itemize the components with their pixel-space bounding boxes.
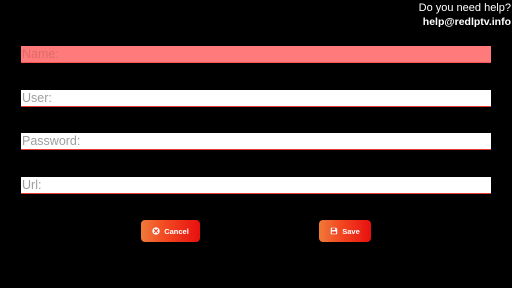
- password-input[interactable]: Password:: [21, 133, 491, 150]
- cancel-label: Cancel: [164, 226, 189, 236]
- floppy-disk-icon: [330, 227, 338, 235]
- password-placeholder: Password:: [22, 134, 81, 148]
- url-placeholder: Url:: [22, 178, 42, 192]
- save-label: Save: [342, 226, 360, 236]
- help-email[interactable]: help@redlptv.info: [419, 15, 511, 29]
- user-input[interactable]: User:: [21, 90, 491, 107]
- name-input[interactable]: Name:: [21, 46, 491, 63]
- name-placeholder: Name:: [22, 47, 59, 61]
- save-button[interactable]: Save: [319, 220, 371, 242]
- add-playlist-screen: Do you need help? help@redlptv.info Name…: [0, 0, 512, 288]
- help-info: Do you need help? help@redlptv.info: [419, 1, 511, 29]
- cancel-icon: [152, 227, 160, 235]
- url-input[interactable]: Url:: [21, 177, 491, 194]
- user-placeholder: User:: [22, 91, 52, 105]
- help-question: Do you need help?: [418, 2, 511, 14]
- cancel-button[interactable]: Cancel: [141, 220, 200, 242]
